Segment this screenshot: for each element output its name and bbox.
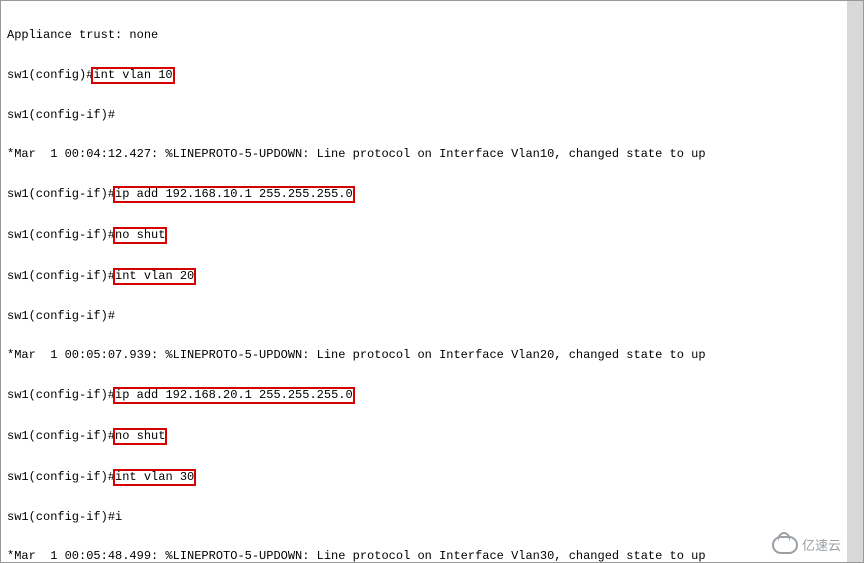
log-line: *Mar 1 00:05:07.939: %LINEPROTO-5-UPDOWN…: [7, 349, 857, 362]
prompt: sw1(config-if)#: [7, 470, 115, 484]
cloud-icon: [772, 536, 798, 554]
output-line: Appliance trust: none: [7, 29, 857, 42]
cmd-ip10: ip add 192.168.10.1 255.255.255.0: [113, 186, 355, 203]
cmd-int-vlan10: int vlan 10: [91, 67, 174, 84]
cmd-int-vlan20: int vlan 20: [113, 268, 196, 285]
log-line: *Mar 1 00:05:48.499: %LINEPROTO-5-UPDOWN…: [7, 550, 857, 563]
prompt: sw1(config-if)#: [7, 228, 115, 242]
cmd-i: i: [115, 510, 122, 524]
terminal-output[interactable]: Appliance trust: none sw1(config)#int vl…: [1, 1, 863, 563]
prompt: sw1(config-if)#: [7, 510, 115, 524]
cmd-no-shut: no shut: [113, 428, 167, 445]
watermark: 亿速云: [772, 536, 841, 554]
prompt: sw1(config-if)#: [7, 269, 115, 283]
watermark-text: 亿速云: [802, 539, 841, 552]
log-line: *Mar 1 00:04:12.427: %LINEPROTO-5-UPDOWN…: [7, 148, 857, 161]
prompt: sw1(config-if)#: [7, 109, 857, 122]
cmd-int-vlan30: int vlan 30: [113, 469, 196, 486]
prompt: sw1(config)#: [7, 68, 93, 82]
cmd-ip20: ip add 192.168.20.1 255.255.255.0: [113, 387, 355, 404]
prompt: sw1(config-if)#: [7, 187, 115, 201]
terminal-viewport[interactable]: Appliance trust: none sw1(config)#int vl…: [0, 0, 864, 563]
prompt: sw1(config-if)#: [7, 388, 115, 402]
prompt: sw1(config-if)#: [7, 429, 115, 443]
prompt: sw1(config-if)#: [7, 310, 857, 323]
cmd-no-shut: no shut: [113, 227, 167, 244]
